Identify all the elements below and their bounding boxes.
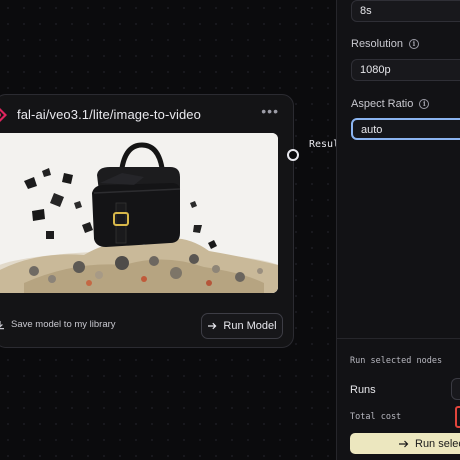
arrow-right-icon [399,440,409,447]
node-header: fal-ai/veo3.1/lite/image-to-video ••• [0,95,293,135]
resolution-value: 1080p [360,64,391,76]
node-title: fal-ai/veo3.1/lite/image-to-video [17,107,201,122]
bag-exploding-illustration [0,133,278,293]
run-model-label: Run Model [223,320,277,332]
info-icon[interactable]: i [419,99,430,109]
resolution-select[interactable]: 1080p [351,59,460,81]
run-model-button[interactable]: Run Model [201,313,283,339]
duration-select[interactable]: 8s [351,0,460,22]
info-icon[interactable]: i [408,39,419,49]
node-preview-image [0,133,278,293]
runs-label: Runs [350,384,376,396]
fal-logo-icon [0,107,7,123]
save-to-library-label: Save model to my library [11,319,116,330]
runs-input[interactable] [451,378,460,400]
resolution-label-row: Resolution i [351,38,419,50]
run-selected-button[interactable]: Run selected [350,433,460,454]
total-cost-value [455,406,460,428]
run-selected-label: Run selected [415,437,460,450]
run-selected-heading: Run selected nodes [350,356,443,366]
settings-panel: 8s Resolution i 1080p Aspect Ratio i aut… [336,0,460,460]
arrow-right-icon [208,322,217,330]
aspect-ratio-label-row: Aspect Ratio i [351,98,430,110]
resolution-label: Resolution [351,38,403,50]
model-node-card[interactable]: fal-ai/veo3.1/lite/image-to-video ••• Sa… [0,94,294,348]
download-icon [0,320,4,329]
aspect-ratio-label: Aspect Ratio [351,98,414,110]
aspect-ratio-select[interactable]: auto [351,118,460,140]
save-to-library-button[interactable]: Save model to my library [0,319,116,330]
duration-value: 8s [360,5,372,17]
more-horizontal-icon[interactable]: ••• [261,103,279,119]
output-port-handle[interactable] [287,149,299,161]
aspect-ratio-value: auto [361,124,383,136]
total-cost-label: Total cost [350,412,402,422]
panel-divider [337,338,460,339]
